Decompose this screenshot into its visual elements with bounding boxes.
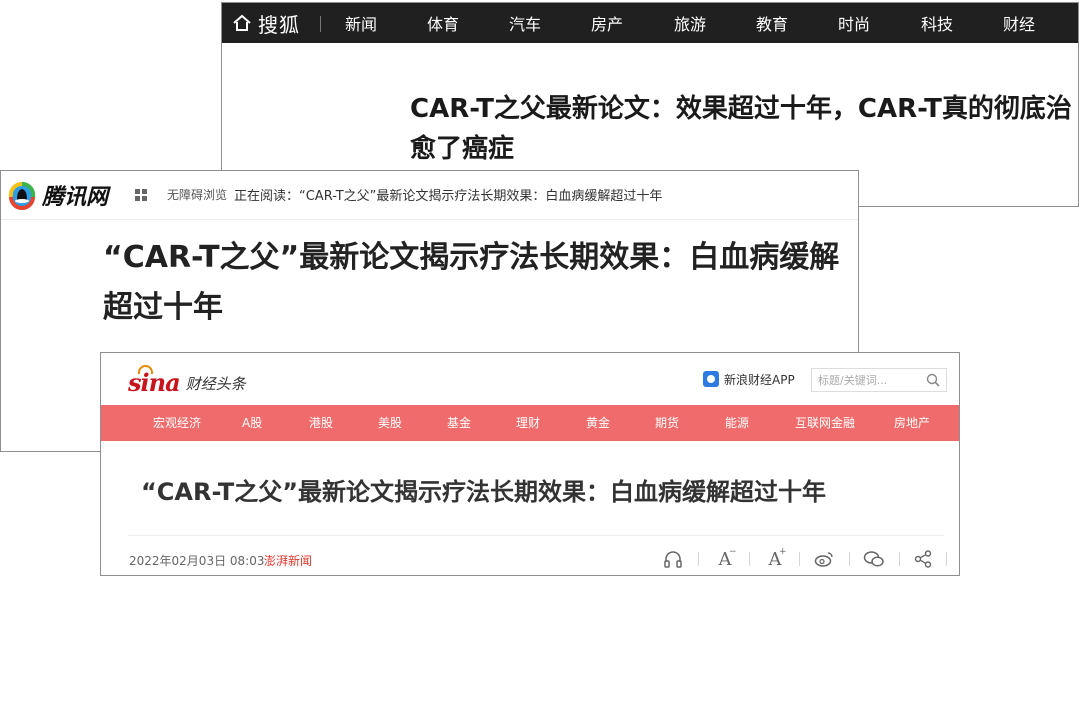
sina-eye-icon (138, 365, 153, 374)
sina-logo-word: sina (128, 365, 181, 397)
sohu-top-nav: 搜狐 新闻 体育 汽车 房产 旅游 教育 时尚 科技 财经 (222, 3, 1078, 43)
now-reading-text: 正在阅读：“CAR-T之父”最新论文揭示疗法长期效果：白血病缓解超过十年 (234, 189, 663, 204)
accessibility-link[interactable]: 无障碍浏览 (167, 186, 227, 203)
divider (899, 552, 900, 566)
sohu-logo-text: 搜狐 (258, 12, 300, 37)
tencent-bell-logo-icon (8, 181, 36, 210)
divider (849, 552, 850, 566)
sina-logo-word-text: sina (128, 368, 181, 397)
sina-app-label: 新浪财经APP (724, 372, 795, 387)
sina-nav-item[interactable]: 宏观经济 (153, 405, 201, 441)
sina-logo-subtitle: 财经头条 (185, 375, 246, 393)
publish-date: 2022年02月03日 08:03 (129, 554, 265, 568)
home-icon (233, 14, 251, 31)
sina-nav-item[interactable]: 能源 (725, 405, 749, 441)
sohu-nav-item[interactable]: 汽车 (509, 3, 541, 43)
sina-nav-item[interactable]: 美股 (378, 405, 402, 441)
sohu-nav-item[interactable]: 旅游 (674, 3, 706, 43)
sohu-article-title: CAR-T之父最新论文：效果超过十年，CAR-T真的彻底治愈了癌症 (410, 94, 1072, 164)
sina-app-icon (703, 371, 719, 387)
sina-nav-item[interactable]: 期货 (655, 405, 679, 441)
wechat-icon[interactable] (862, 547, 886, 571)
sina-nav-item[interactable]: A股 (242, 405, 262, 441)
divider (749, 552, 750, 566)
sina-nav-item[interactable]: 房地产 (894, 405, 930, 441)
sohu-nav-item[interactable]: 教育 (756, 3, 788, 43)
headphones-icon[interactable] (661, 547, 685, 571)
sohu-nav-item[interactable]: 时尚 (838, 3, 870, 43)
search-icon[interactable] (926, 373, 940, 387)
divider (698, 552, 699, 566)
search-input[interactable] (812, 369, 923, 392)
sina-article-title: “CAR-T之父”最新论文揭示疗法长期效果：白血病缓解超过十年 (141, 478, 827, 506)
sina-nav-item[interactable]: 理财 (516, 405, 540, 441)
tencent-logo[interactable]: 腾讯网 (7, 180, 108, 210)
divider (946, 552, 947, 566)
font-decrease-icon[interactable]: A − (713, 547, 737, 571)
share-icon[interactable] (911, 547, 935, 571)
sina-nav-item[interactable]: 港股 (309, 405, 333, 441)
weibo-icon[interactable] (812, 547, 836, 571)
font-increase-icon[interactable]: A + (763, 547, 787, 571)
grid-menu-icon[interactable] (135, 189, 147, 201)
divider (320, 16, 321, 32)
divider (128, 535, 944, 536)
article-source-link[interactable]: 澎湃新闻 (264, 552, 312, 569)
sohu-nav-item[interactable]: 房产 (591, 3, 623, 43)
sina-search-box (811, 368, 947, 392)
sohu-nav-item[interactable]: 体育 (427, 3, 459, 43)
sohu-logo[interactable]: 搜狐 (232, 3, 300, 43)
sina-app-link[interactable]: 新浪财经APP (703, 370, 795, 388)
tencent-article-title: “CAR-T之父”最新论文揭示疗法长期效果：白血病缓解超过十年 (103, 240, 840, 325)
sina-article-screenshot: sina 财经头条 新浪财经APP 宏观经济 A股 港股 美股 基金 理财 黄金… (100, 352, 960, 576)
tencent-logo-text: 腾讯网 (42, 185, 109, 210)
tencent-header: 腾讯网 无障碍浏览 正在阅读：“CAR-T之父”最新论文揭示疗法长期效果：白血病… (1, 171, 858, 220)
sohu-nav-item[interactable]: 新闻 (345, 3, 377, 43)
sina-nav-item[interactable]: 基金 (447, 405, 471, 441)
sohu-nav-item[interactable]: 科技 (921, 3, 953, 43)
divider (799, 552, 800, 566)
sina-logo[interactable]: sina 财经头条 (128, 365, 246, 397)
sina-nav-bar: 宏观经济 A股 港股 美股 基金 理财 黄金 期货 能源 互联网金融 房地产 (101, 405, 959, 441)
sohu-nav-item[interactable]: 财经 (1003, 3, 1035, 43)
sina-nav-item[interactable]: 互联网金融 (795, 405, 855, 441)
sina-nav-item[interactable]: 黄金 (586, 405, 610, 441)
